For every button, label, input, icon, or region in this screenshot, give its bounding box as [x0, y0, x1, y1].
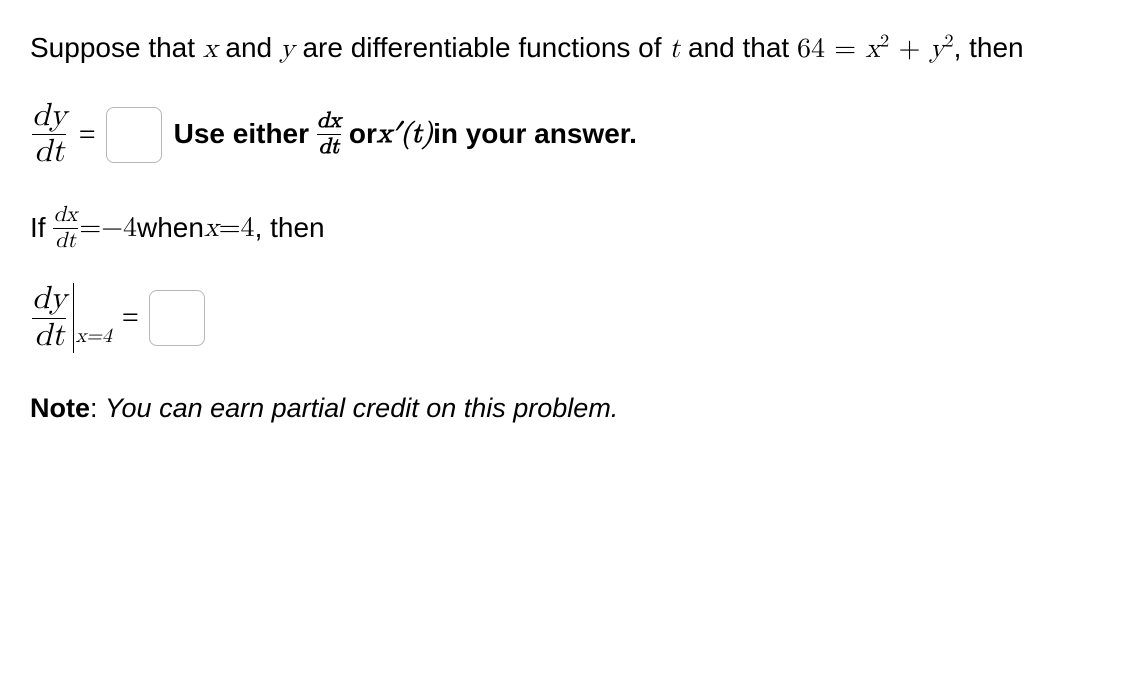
- hint-mid: or: [349, 114, 377, 155]
- note-colon: :: [90, 393, 105, 423]
- frac-dy-dt: dy dt: [30, 100, 69, 170]
- eqn-x-sq: 2: [880, 32, 889, 51]
- note-label: Note: [30, 393, 90, 423]
- equation-line-1: dy dt = Use either dx dt or x′(t) in you…: [30, 100, 1102, 170]
- equals-sign-1: =: [79, 113, 96, 157]
- eval-subscript: x=4: [76, 322, 112, 353]
- dt-den: dt: [32, 134, 66, 170]
- eqn-plus: +: [889, 35, 929, 63]
- answer-input-1[interactable]: [106, 107, 162, 163]
- if-text: If: [30, 208, 46, 249]
- dx-num-hint: dx: [315, 110, 343, 134]
- hint-post: in your answer.: [433, 114, 637, 155]
- eq-cond-1: =: [79, 208, 101, 249]
- problem-intro: Suppose that x and y are differentiable …: [30, 28, 1102, 70]
- eval-bar-icon: [73, 283, 74, 353]
- intro-text-4: and that: [680, 32, 797, 63]
- val-neg4: −4: [101, 208, 137, 249]
- note-text: You can earn partial credit on this prob…: [105, 393, 618, 423]
- intro-text-3: are differentiable functions of: [295, 32, 670, 63]
- then-text: , then: [255, 208, 325, 249]
- dy-num: dy: [30, 100, 69, 135]
- var-x: x: [203, 35, 218, 63]
- four-val: 4: [241, 208, 255, 249]
- intro-text-1: Suppose that: [30, 32, 203, 63]
- x-cond: x: [204, 208, 219, 249]
- eqn-y-sq: 2: [944, 32, 953, 51]
- dt-den-cond: dt: [53, 228, 78, 253]
- when-text: when: [137, 208, 204, 249]
- frac-dx-dt-hint: dx dt: [315, 110, 343, 159]
- dt-den-hint: dt: [317, 134, 342, 159]
- dy-num-2: dy: [30, 283, 69, 318]
- var-y: y: [280, 35, 295, 63]
- intro-const: 64: [797, 35, 825, 63]
- eval-group: dy dt x=4: [30, 283, 112, 353]
- note-line: Note: You can earn partial credit on thi…: [30, 389, 1102, 428]
- frac-dx-dt-cond: dx dt: [52, 204, 80, 253]
- answer-input-2[interactable]: [149, 290, 205, 346]
- eq-cond-2: =: [219, 208, 241, 249]
- hint-pre: Use either: [174, 114, 309, 155]
- eqn-x: x: [865, 35, 880, 63]
- intro-text-5: , then: [954, 32, 1024, 63]
- frac-dy-dt-2: dy dt: [30, 283, 69, 353]
- intro-text-2: and: [218, 32, 280, 63]
- equation-line-2: dy dt x=4 =: [30, 283, 1102, 353]
- equals-sign-2: =: [122, 296, 139, 340]
- dt-den-2: dt: [32, 318, 66, 354]
- eqn-y: y: [930, 35, 945, 63]
- condition-line: If dx dt = −4 when x = 4 , then: [30, 204, 1102, 253]
- xprime-notation: x′(t): [377, 114, 433, 155]
- dx-num-cond: dx: [52, 204, 80, 228]
- intro-equals: =: [825, 35, 865, 63]
- var-t: t: [669, 35, 680, 63]
